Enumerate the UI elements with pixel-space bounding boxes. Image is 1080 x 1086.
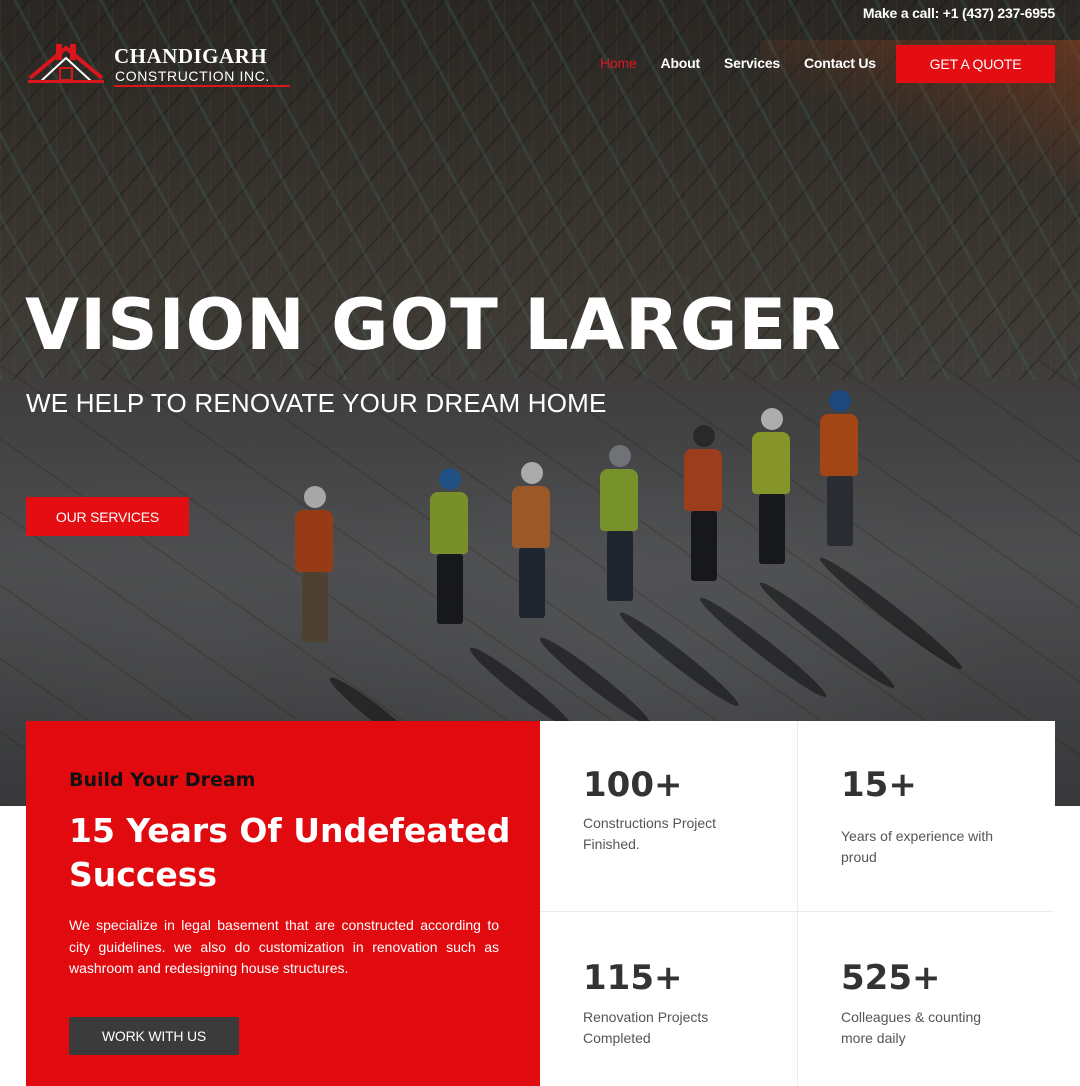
stats-grid: 100+ Constructions Project Finished. 15+… [540,721,1055,1086]
intro-panel: Build Your Dream 15 Years Of Undefeated … [26,721,540,1086]
stat-card: 15+ Years of experience with proud [797,721,1054,911]
intro-text: We specialize in legal basement that are… [69,917,499,976]
stat-number: 100+ [583,765,683,805]
logo-name: CHANDIGARH [114,44,268,68]
stat-card: 100+ Constructions Project Finished. [540,721,797,911]
get-a-quote-button[interactable]: GET A QUOTE [896,45,1055,83]
stat-card: 115+ Renovation Projects Completed [540,911,797,1086]
intro-kicker: Build Your Dream [69,769,256,791]
stat-label: Constructions Project Finished. [583,815,717,852]
main-nav: Home About Services Contact Us [600,55,900,71]
hero-section: Make a call: +1 (437) 237-6955 CHANDIGAR… [0,0,1080,806]
nav-item-about[interactable]: About [661,55,701,71]
intro-title: 15 Years Of Undefeated Success [69,811,511,894]
stat-label: Colleagues & counting more daily [841,1009,982,1046]
logo-house-icon [28,44,104,83]
stat-number: 15+ [841,765,917,805]
site-logo[interactable]: CHANDIGARH CONSTRUCTION INC. [26,38,290,90]
nav-item-home[interactable]: Home [600,55,637,71]
logo-subtitle: CONSTRUCTION INC. [115,68,270,84]
hero-title: VISION GOT LARGER [25,284,843,366]
stat-label: Renovation Projects Completed [583,1009,709,1046]
nav-item-contact-us[interactable]: Contact Us [804,55,876,71]
work-with-us-button[interactable]: WORK WITH US [69,1017,239,1055]
stat-number: 525+ [841,958,941,998]
our-services-button[interactable]: OUR SERVICES [26,497,189,536]
hero-subtitle: WE HELP TO RENOVATE YOUR DREAM HOME [26,388,607,418]
stat-card: 525+ Colleagues & counting more daily [797,911,1054,1086]
stat-label: Years of experience with proud [841,828,994,865]
phone-call-text[interactable]: Make a call: +1 (437) 237-6955 [863,5,1055,21]
nav-item-services[interactable]: Services [724,55,780,71]
stat-number: 115+ [583,958,683,998]
logo-underline [114,85,290,87]
